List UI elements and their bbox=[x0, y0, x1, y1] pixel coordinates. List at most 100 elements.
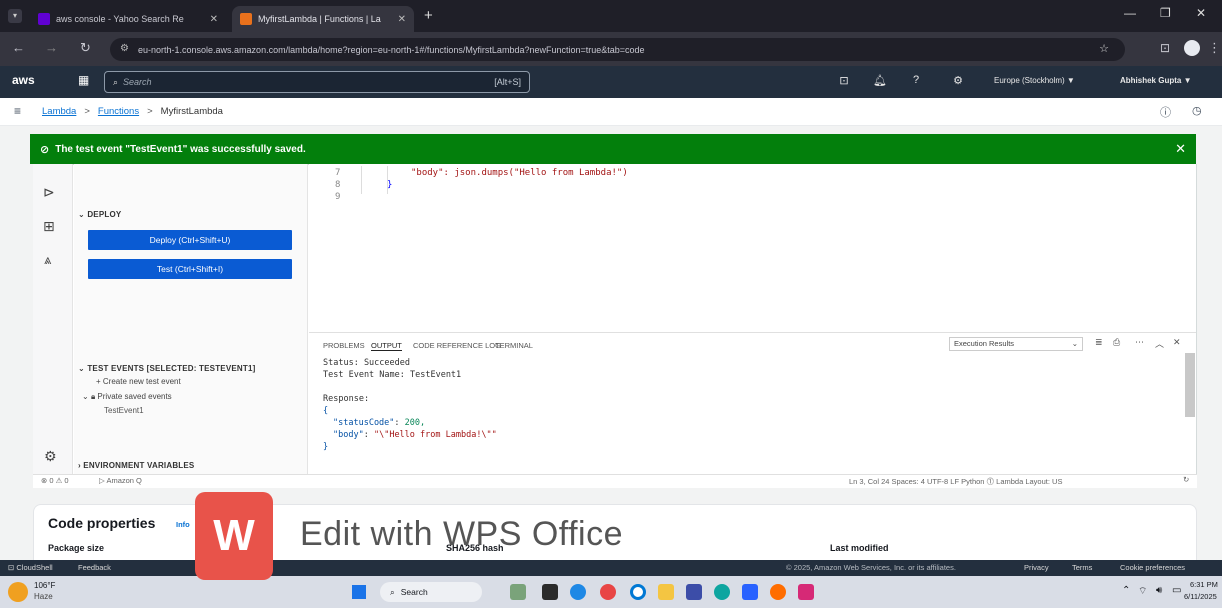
maximize-panel-icon[interactable]: ︿ bbox=[1155, 337, 1164, 350]
tab-problems[interactable]: PROBLEMS bbox=[323, 341, 365, 350]
settings-gear-icon[interactable]: ⚙ bbox=[44, 448, 57, 465]
windows-taskbar: 106°F Haze ⌕ Search ⌃ ⌔ 🔊︎ ▭ 6:31 PM 6/1… bbox=[0, 576, 1222, 608]
browser-icon[interactable] bbox=[770, 584, 786, 600]
code-line: } bbox=[387, 180, 393, 190]
line-number: 7 bbox=[335, 168, 341, 178]
flash-message: The test event "TestEvent1" was successf… bbox=[55, 143, 306, 155]
extensions-icon[interactable]: ⊡ bbox=[1160, 41, 1170, 55]
info-circle-icon[interactable]: ⓘ bbox=[1160, 104, 1171, 120]
clock-date[interactable]: 6/11/2025 bbox=[1184, 592, 1217, 601]
run-debug-icon[interactable]: ⊳ bbox=[43, 184, 55, 201]
browser-tab-yahoo[interactable]: aws console - Yahoo Search Re ✕ bbox=[30, 6, 226, 32]
json-brace: } bbox=[323, 442, 329, 452]
privacy-link[interactable]: Privacy bbox=[1024, 563, 1049, 572]
lock-scroll-icon[interactable]: ⎙ bbox=[1113, 337, 1120, 348]
weather-temp: 106°F bbox=[34, 581, 56, 590]
code-area[interactable]: 7 8 9 "body": json.dumps("Hello from Lam… bbox=[309, 164, 1196, 332]
copilot-icon[interactable] bbox=[510, 584, 526, 600]
site-info-icon[interactable]: ⚙ bbox=[120, 43, 129, 54]
check-circle-icon: ⊘ bbox=[40, 143, 50, 156]
aws-logo[interactable]: aws bbox=[12, 73, 35, 87]
create-test-event-item[interactable]: + Create new test event bbox=[96, 377, 181, 386]
sync-icon[interactable]: ↻ bbox=[1183, 475, 1189, 484]
services-grid-icon[interactable]: ▦ bbox=[78, 73, 89, 87]
edge-icon[interactable] bbox=[714, 584, 730, 600]
notifications-bell-icon[interactable]: 🔔︎ bbox=[872, 74, 888, 90]
browser-tab-strip: ▾ aws console - Yahoo Search Re ✕ Myfirs… bbox=[0, 0, 1222, 32]
volume-icon[interactable]: 🔊︎ bbox=[1156, 585, 1162, 596]
breadcrumb-lambda[interactable]: Lambda bbox=[42, 106, 76, 117]
new-tab-button[interactable]: + bbox=[424, 7, 433, 24]
cookie-preferences-link[interactable]: Cookie preferences bbox=[1120, 563, 1185, 572]
more-actions-icon[interactable]: ⋯ bbox=[1135, 337, 1144, 348]
widgets-icon[interactable] bbox=[600, 584, 616, 600]
amazon-q-icon[interactable]: ⩓ bbox=[44, 252, 51, 268]
deploy-section-header[interactable]: ⌄ DEPLOY bbox=[78, 210, 121, 219]
weather-icon[interactable] bbox=[8, 582, 28, 602]
json-value: "\"Hello from Lambda!\"" bbox=[373, 430, 497, 440]
restore-button[interactable]: ❐ bbox=[1160, 6, 1171, 20]
forward-arrow-icon[interactable]: → bbox=[45, 40, 58, 55]
close-icon[interactable]: ✕ bbox=[392, 14, 406, 25]
browser-menu-icon[interactable]: ⋮ bbox=[1208, 40, 1221, 56]
battery-icon[interactable]: ▭ bbox=[1172, 585, 1181, 596]
windows-start-icon[interactable] bbox=[352, 585, 366, 599]
minimize-button[interactable]: — bbox=[1124, 6, 1136, 20]
feedback-link[interactable]: Feedback bbox=[78, 563, 111, 572]
clock-time[interactable]: 6:31 PM bbox=[1190, 580, 1218, 589]
tab-output[interactable]: OUTPUT bbox=[371, 341, 402, 351]
address-bar[interactable]: ⚙ eu-north-1.console.aws.amazon.com/lamb… bbox=[110, 38, 1125, 61]
taskbar-search[interactable]: ⌕ Search bbox=[380, 582, 482, 602]
chevron-down-icon: ⌄ bbox=[1071, 339, 1078, 348]
close-window-button[interactable]: ✕ bbox=[1196, 6, 1206, 20]
close-icon[interactable]: ✕ bbox=[204, 14, 218, 25]
wifi-icon[interactable]: ⌔ bbox=[1138, 585, 1147, 598]
reload-icon[interactable]: ↻ bbox=[80, 40, 91, 56]
tab-terminal[interactable]: TERMINAL bbox=[495, 341, 533, 350]
info-link[interactable]: Info bbox=[176, 520, 190, 529]
output-test-event: Test Event Name: TestEvent1 bbox=[323, 370, 462, 380]
env-vars-header[interactable]: › ENVIRONMENT VARIABLES bbox=[78, 461, 194, 470]
scrollbar[interactable] bbox=[1185, 353, 1195, 417]
browser-tab-lambda[interactable]: MyfirstLambda | Functions | La ✕ bbox=[232, 6, 414, 32]
json-value: 200, bbox=[404, 418, 426, 428]
deploy-button[interactable]: Deploy (Ctrl+Shift+U) bbox=[88, 230, 292, 250]
chrome-icon[interactable] bbox=[570, 584, 586, 600]
amazon-q-status[interactable]: ▷ Amazon Q bbox=[99, 476, 142, 485]
output-channel-select[interactable]: Execution Results ⌄ bbox=[949, 337, 1083, 351]
extensions-blocks-icon[interactable]: ⊞ bbox=[43, 218, 55, 235]
test-events-header[interactable]: ⌄ TEST EVENTS [SELECTED: TESTEVENT1] bbox=[78, 364, 255, 373]
console-search-input[interactable]: ⌕ Search [Alt+S] bbox=[104, 71, 530, 93]
close-panel-icon[interactable]: ✕ bbox=[1173, 337, 1181, 348]
cloudshell-button[interactable]: ⊡ CloudShell bbox=[8, 563, 53, 572]
settings-gear-icon[interactable]: ⚙ bbox=[950, 74, 966, 90]
file-explorer-icon[interactable] bbox=[658, 584, 674, 600]
chevron-down-icon: ⌄ bbox=[78, 364, 88, 373]
store-icon[interactable] bbox=[686, 584, 702, 600]
hamburger-menu-icon[interactable]: ≡ bbox=[14, 104, 21, 118]
test-event-item[interactable]: TestEvent1 bbox=[104, 406, 144, 415]
tab-list-button[interactable]: ▾ bbox=[8, 9, 22, 23]
account-menu[interactable]: Abhishek Gupta ▼ bbox=[1120, 76, 1191, 85]
problems-indicator[interactable]: ⊗ 0 ⚠ 0 bbox=[41, 476, 69, 485]
instagram-icon[interactable] bbox=[798, 584, 814, 600]
cursor-info[interactable]: Ln 3, Col 24 Spaces: 4 UTF-8 LF Python ⓵… bbox=[849, 476, 1062, 487]
cloudshell-icon[interactable]: ⊡ bbox=[836, 74, 852, 90]
profile-avatar[interactable] bbox=[1184, 40, 1200, 56]
task-view-icon[interactable] bbox=[542, 584, 558, 600]
flash-close-button[interactable]: ✕ bbox=[1175, 141, 1186, 157]
clock-icon[interactable]: ◷ bbox=[1192, 104, 1202, 117]
tab-code-reference-log[interactable]: CODE REFERENCE LOG bbox=[413, 341, 501, 350]
clear-output-icon[interactable]: ≣ bbox=[1095, 337, 1103, 348]
terms-link[interactable]: Terms bbox=[1072, 563, 1092, 572]
bing-icon[interactable] bbox=[742, 584, 758, 600]
help-icon[interactable]: ? bbox=[908, 74, 924, 90]
breadcrumb-functions[interactable]: Functions bbox=[98, 106, 139, 117]
tray-chevron-icon[interactable]: ⌃ bbox=[1122, 585, 1130, 596]
region-selector[interactable]: Europe (Stockholm) ▼ bbox=[994, 76, 1075, 85]
private-events-item[interactable]: ⌄ 🔒︎ Private saved events bbox=[82, 392, 172, 402]
cortana-icon[interactable] bbox=[630, 584, 646, 600]
bookmark-star-icon[interactable]: ☆ bbox=[1099, 42, 1109, 55]
back-arrow-icon[interactable]: ← bbox=[12, 40, 25, 55]
test-button[interactable]: Test (Ctrl+Shift+I) bbox=[88, 259, 292, 279]
